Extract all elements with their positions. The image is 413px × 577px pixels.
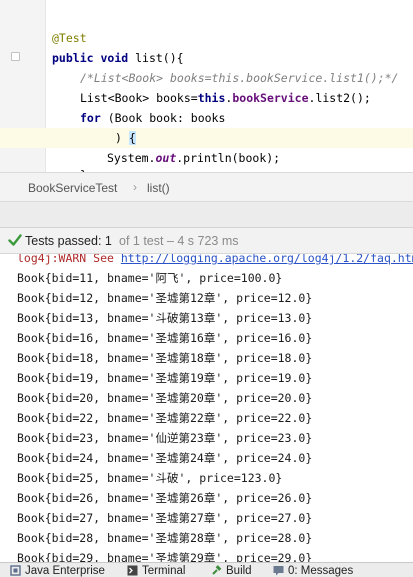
bottom-tool-bar: Java Enterprise Terminal Build 0: Messag… <box>0 562 413 577</box>
java-enterprise-icon <box>10 565 21 576</box>
matched-brace: { <box>128 131 136 145</box>
console-line: Book{bid=22, bname='圣墟第22章', price=22.0} <box>17 411 313 425</box>
console-line: Book{bid=28, bname='圣墟第28章', price=28.0} <box>17 531 313 545</box>
method-signature: list(){ <box>128 51 184 65</box>
code-line-declaration: List<Book> books=this.bookService.list2(… <box>80 91 371 105</box>
keyword-for: for <box>80 111 101 125</box>
console-line: Book{bid=19, bname='圣墟第19章', price=19.0} <box>17 371 313 385</box>
declaration-text: List<Book> books= <box>80 91 198 105</box>
tool-build[interactable]: Build <box>211 563 252 577</box>
code-line-for-loop: for (Book book: books <box>0 108 413 128</box>
console-line: Book{bid=23, bname='仙逆第23章', price=23.0} <box>17 431 313 445</box>
console-line: Book{bid=11, bname='阿飞', price=100.0} <box>17 271 283 285</box>
keyword-this: this <box>197 91 226 105</box>
field-book-service: bookService <box>232 91 309 105</box>
comment-text: /*List<Book> books=this.bookService.list… <box>80 71 399 85</box>
tool-terminal[interactable]: Terminal <box>127 563 185 577</box>
console-line: Book{bid=16, bname='圣墟第16章', price=16.0} <box>17 331 313 345</box>
code-line-annotation: @Test <box>0 28 413 48</box>
code-line-current: ) { <box>0 128 413 148</box>
closing-brace: } <box>80 165 87 172</box>
console-line: Book{bid=25, bname='斗破', price=123.0} <box>17 471 283 485</box>
console-line: Book{bid=20, bname='圣墟第20章', price=20.0} <box>17 391 313 405</box>
console-line: Book{bid=29, bname='圣墟第29章', price=29.0} <box>17 551 313 562</box>
static-field-out: out <box>155 151 177 165</box>
console-line: Book{bid=26, bname='圣墟第26章', price=26.0} <box>17 491 313 505</box>
console-line: Book{bid=18, bname='圣墟第18章', price=18.0} <box>17 351 313 365</box>
tests-passed-label: Tests passed: 1 <box>25 234 112 248</box>
code-editor[interactable]: @Test public void list(){ /*List<Book> b… <box>0 0 413 172</box>
keyword-public: public <box>52 51 94 65</box>
console-line: Book{bid=13, bname='斗破第13章', price=13.0} <box>17 311 313 325</box>
console-line: Book{bid=12, bname='圣墟第12章', price=12.0} <box>17 291 313 305</box>
console-output[interactable]: log4j:WARN See http://logging.apache.org… <box>0 254 413 562</box>
call-list2: .list2(); <box>308 91 371 105</box>
tool-messages-label: 0: Messages <box>288 564 354 577</box>
console-line: Book{bid=24, bname='圣墟第24章', price=24.0} <box>17 451 313 465</box>
breadcrumb-class[interactable]: BookServiceTest <box>28 181 117 195</box>
tool-window-header <box>0 202 413 228</box>
tool-java-enterprise-label: Java Enterprise <box>25 564 105 577</box>
test-status-bar: Tests passed: 1 of 1 test – 4 s 723 ms <box>0 228 413 254</box>
faq-link[interactable]: http://logging.apache.org/log4j/1.2/faq.… <box>121 254 413 265</box>
console-line: Book{bid=27, bname='圣墟第27章', price=27.0} <box>17 511 313 525</box>
test-count-duration: of 1 test – 4 s 723 ms <box>119 234 239 248</box>
check-icon <box>8 234 22 246</box>
tool-build-label: Build <box>226 564 252 577</box>
println-call: .println(book); <box>176 151 281 165</box>
tool-messages[interactable]: 0: Messages <box>273 563 353 577</box>
system-prefix: System. <box>107 151 156 165</box>
code-line-method-signature: public void list(){ <box>0 48 413 68</box>
terminal-icon <box>127 565 138 576</box>
build-hammer-icon <box>212 565 222 575</box>
tool-terminal-label: Terminal <box>142 564 186 577</box>
console-warn-line: log4j:WARN See http://logging.apache.org… <box>17 254 413 268</box>
close-paren: ) <box>115 131 129 145</box>
warn-prefix: log4j:WARN See <box>17 254 121 265</box>
tool-java-enterprise[interactable]: Java Enterprise <box>10 563 105 577</box>
chevron-right-icon: › <box>133 180 137 194</box>
breadcrumb-method[interactable]: list() <box>147 181 170 195</box>
messages-icon <box>273 566 284 576</box>
breadcrumb: BookServiceTest › list() <box>0 172 413 202</box>
code-line-closing: } <box>0 165 413 172</box>
for-head: (Book book: books <box>100 111 226 125</box>
annotation-token: @Test <box>52 31 87 45</box>
code-line-comment: /*List<Book> books=this.bookService.list… <box>0 68 413 88</box>
keyword-void: void <box>100 51 129 65</box>
